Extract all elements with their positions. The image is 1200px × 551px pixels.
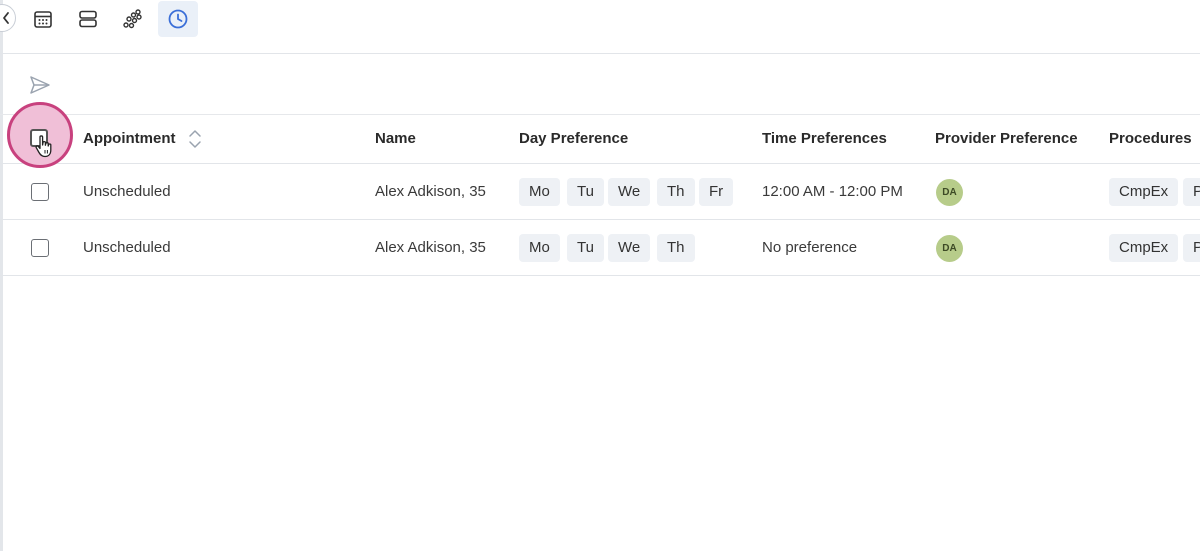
column-header-time-preferences[interactable]: Time Preferences [762,115,887,163]
clock-icon [168,9,188,29]
procedure-chip: P [1183,234,1200,262]
table-row[interactable]: Unscheduled Alex Adkison, 35 Mo Tu We Th… [0,164,1200,220]
procedure-chip: CmpEx [1109,178,1179,206]
row-checkbox[interactable] [31,183,49,201]
provider-avatar: DA [936,179,963,206]
provider-avatar: DA [936,235,963,262]
dots-cluster-icon [123,9,142,29]
time-preference-cell: No preference [762,239,858,256]
patient-name-cell: Alex Adkison, 35 [375,239,486,256]
time-view-button[interactable] [158,1,198,37]
column-header-day-preference[interactable]: Day Preference [519,115,628,163]
rows-view-button[interactable] [68,1,108,37]
day-chip: Th [657,234,695,262]
hand-cursor-icon [35,135,52,158]
day-chip: Mo [519,178,560,206]
appointment-cell: Unscheduled [83,239,171,256]
table-header: Appointment Name Day Preference Time Pre… [0,115,1200,164]
day-chip: Mo [519,234,560,262]
appointment-cell: Unscheduled [83,183,171,200]
day-chip: Fr [699,178,734,206]
rows-icon [79,10,97,28]
row-checkbox[interactable] [31,239,49,257]
column-header-provider-preference[interactable]: Provider Preference [935,115,1078,163]
column-header-procedures[interactable]: Procedures [1109,115,1192,163]
sort-icon[interactable] [188,128,202,150]
collapse-panel-button[interactable] [0,4,16,32]
time-preference-cell: 12:00 AM - 12:00 PM [762,183,903,200]
view-toolbar [0,0,1200,54]
cluster-view-button[interactable] [113,1,153,37]
procedure-chip: CmpEx [1109,234,1179,262]
send-icon[interactable] [29,74,51,96]
patient-name-cell: Alex Adkison, 35 [375,183,486,200]
day-chip: Th [657,178,695,206]
calendar-view-button[interactable] [23,1,63,37]
bulk-actions-bar [0,54,1200,115]
column-header-name[interactable]: Name [375,115,416,163]
calendar-icon [34,11,52,28]
day-chip: Tu [567,234,604,262]
day-chip: We [608,234,651,262]
day-chip: Tu [567,178,604,206]
procedure-chip: P [1183,178,1200,206]
day-chip: We [608,178,651,206]
column-header-appointment[interactable]: Appointment [83,115,175,163]
chevron-left-icon [3,12,9,24]
table-row[interactable]: Unscheduled Alex Adkison, 35 Mo Tu We Th… [0,220,1200,276]
